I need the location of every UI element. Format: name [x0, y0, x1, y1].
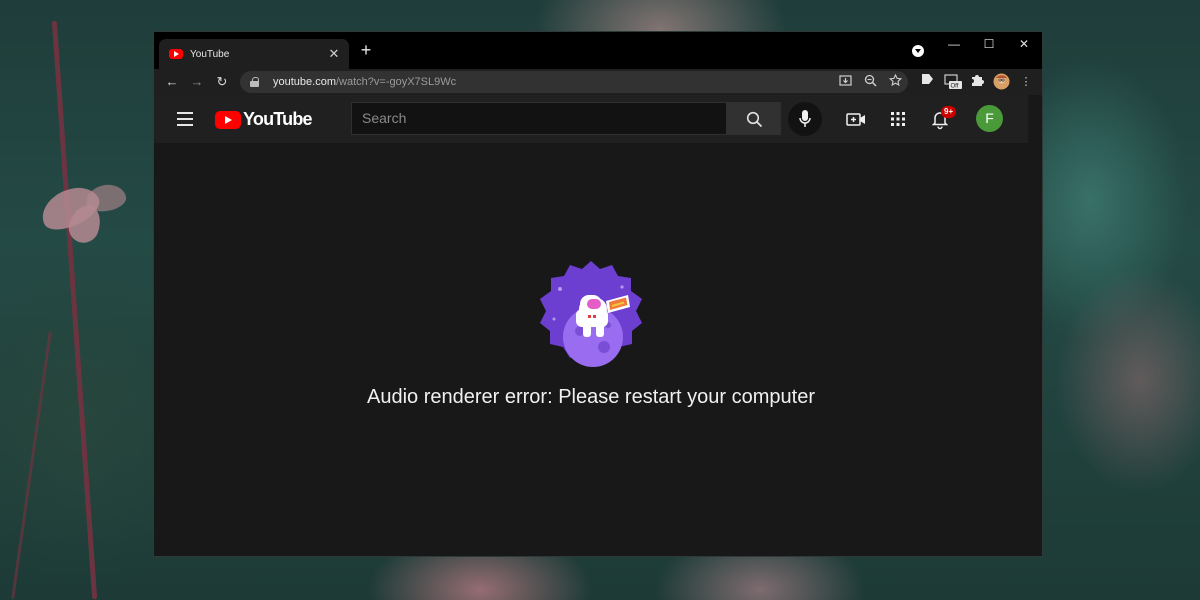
- maximize-button[interactable]: ☐: [974, 36, 1004, 56]
- apps-button[interactable]: [887, 108, 909, 130]
- account-avatar[interactable]: F: [976, 105, 1003, 132]
- search-icon: [746, 111, 763, 128]
- apps-grid-icon: [891, 112, 905, 126]
- off-extension-icon[interactable]: Off: [944, 73, 962, 91]
- zoom-icon[interactable]: [862, 74, 878, 90]
- video-camera-plus-icon: [846, 113, 865, 126]
- youtube-logo-text: YouTube: [243, 109, 313, 129]
- tab-search-icon[interactable]: [912, 45, 924, 57]
- reload-button[interactable]: ↻: [212, 72, 232, 92]
- youtube-header: YouTube Search 9+ F: [154, 95, 1028, 143]
- create-video-button[interactable]: [845, 108, 867, 130]
- window-close-button[interactable]: ✕: [1009, 36, 1039, 56]
- plant-stem: [51, 20, 98, 600]
- flower-petal: [84, 181, 128, 215]
- new-tab-button[interactable]: +: [356, 40, 376, 60]
- youtube-logo[interactable]: YouTube: [215, 109, 313, 130]
- player-error-area: Audio renderer error: Please restart you…: [154, 143, 1028, 556]
- extensions-puzzle-icon[interactable]: [968, 73, 986, 91]
- url-text: youtube.com/watch?v=-goyX7SL9Wc: [273, 76, 456, 88]
- plant-stem: [11, 331, 52, 599]
- page-scrollbar[interactable]: [1028, 95, 1042, 556]
- title-bar: YouTube ✕ + — ☐ ✕: [154, 32, 1042, 69]
- voice-search-button[interactable]: [788, 102, 822, 136]
- svg-text:Off: Off: [951, 84, 959, 90]
- tab-youtube[interactable]: YouTube ✕: [159, 39, 349, 69]
- address-bar[interactable]: youtube.com/watch?v=-goyX7SL9Wc: [240, 71, 908, 93]
- lock-icon: [250, 77, 259, 87]
- profile-avatar-icon[interactable]: [992, 73, 1010, 91]
- error-message: Audio renderer error: Please restart you…: [367, 386, 815, 408]
- install-app-icon[interactable]: [837, 74, 853, 90]
- url-path: /watch?v=-goyX7SL9Wc: [335, 76, 457, 88]
- menu-hamburger-icon[interactable]: [177, 112, 193, 126]
- youtube-page: YouTube Search 9+ F Audio renderer error…: [154, 95, 1028, 556]
- search-button[interactable]: [727, 102, 781, 135]
- forward-button[interactable]: →: [187, 72, 207, 92]
- notification-count-badge: 9+: [941, 106, 957, 118]
- browser-menu-icon[interactable]: ⋮: [1017, 73, 1035, 91]
- back-button[interactable]: ←: [162, 72, 182, 92]
- browser-toolbar: ← → ↻ youtube.com/watch?v=-goyX7SL9Wc Of…: [154, 69, 1042, 95]
- astronaut-error-illustration: [540, 261, 642, 367]
- tab-close-button[interactable]: ✕: [327, 46, 341, 62]
- minimize-button[interactable]: —: [939, 36, 969, 56]
- tag-extension-icon[interactable]: [918, 73, 936, 91]
- url-host: youtube.com: [273, 76, 336, 88]
- microphone-icon: [799, 110, 811, 127]
- tab-title: YouTube: [190, 48, 230, 60]
- youtube-play-icon: [215, 110, 241, 129]
- browser-window: YouTube ✕ + — ☐ ✕ ← → ↻ youtube.com/watc…: [153, 31, 1043, 557]
- search-input[interactable]: Search: [351, 102, 727, 135]
- youtube-favicon-icon: [169, 49, 183, 59]
- bookmark-star-icon[interactable]: [887, 73, 903, 90]
